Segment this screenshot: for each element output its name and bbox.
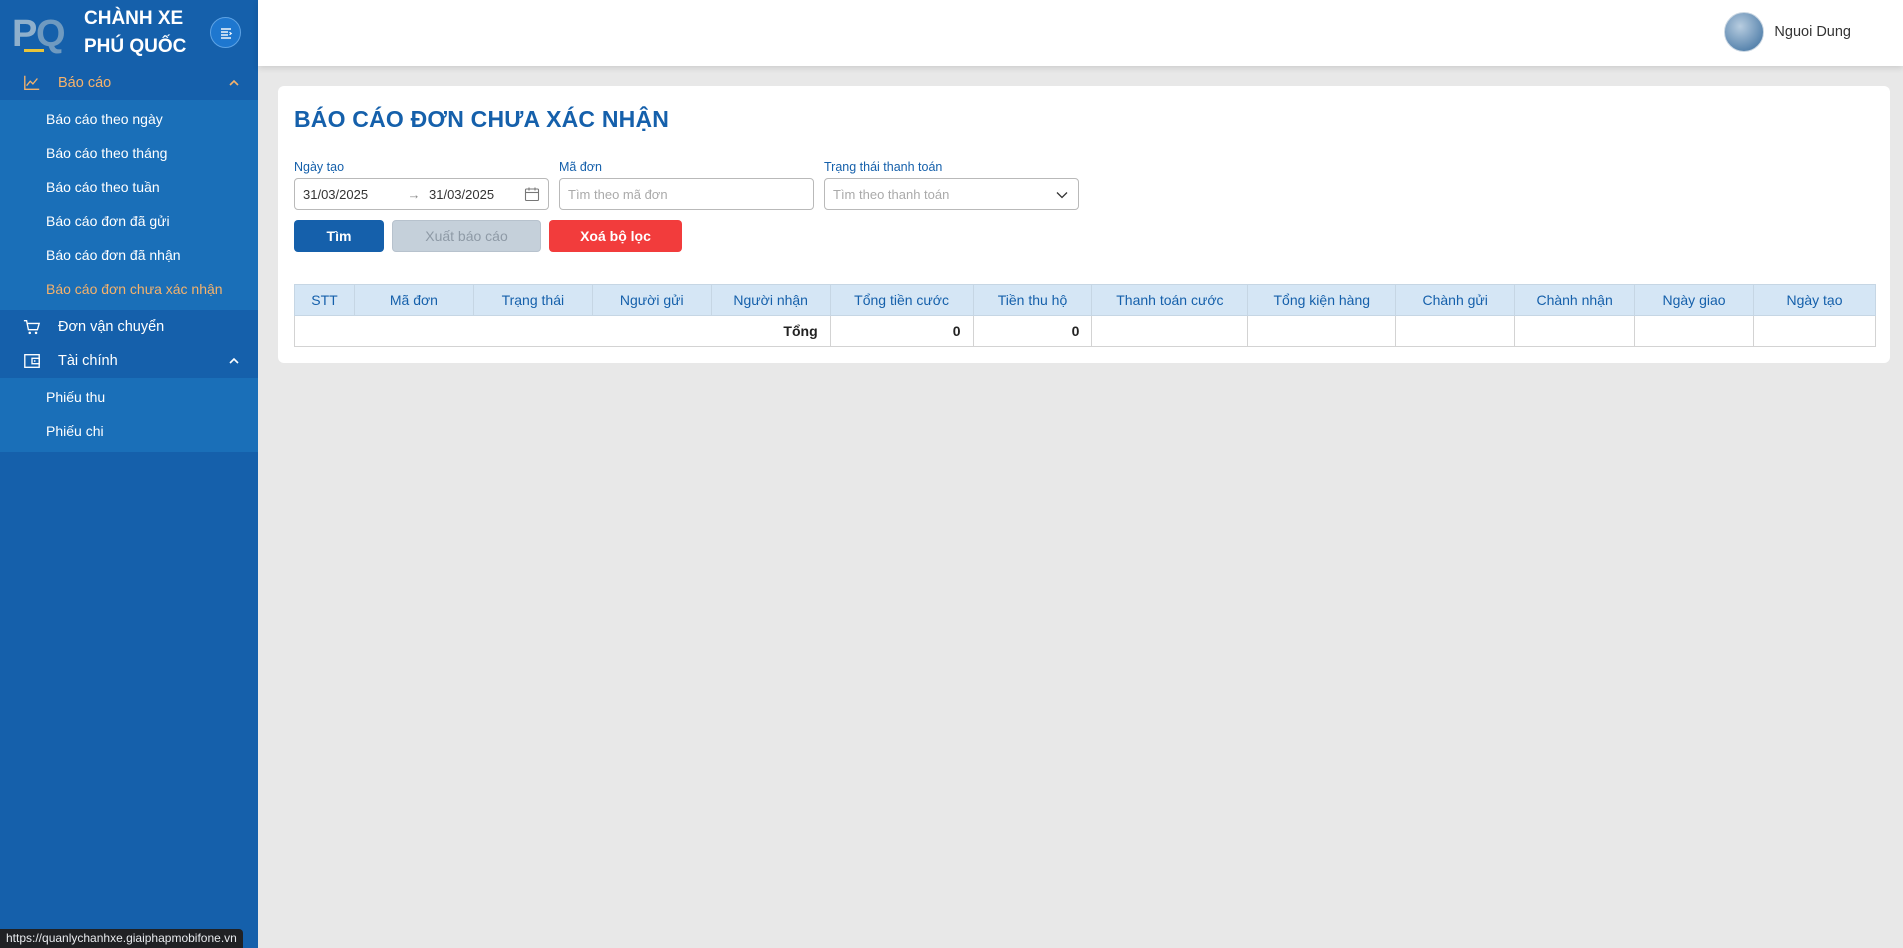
date-filter-label: Ngày tạo [294, 160, 345, 174]
col-header[interactable]: Người gửi [591, 284, 712, 316]
report-card: BÁO CÁO ĐƠN CHƯA XÁC NHẬN Ngày tạo Mã đơ… [278, 86, 1890, 363]
sidebar-group-finance: Tài chính Phiếu thu Phiếu chi [0, 344, 258, 452]
menu-lines-icon [220, 27, 232, 39]
order-code-placeholder: Tìm theo mã đơn [568, 186, 668, 202]
sidebar-group-reports-header[interactable]: Báo cáo [0, 66, 258, 100]
wallet-icon [22, 351, 42, 371]
col-header[interactable]: Tổng tiền cước [829, 284, 974, 316]
table-total-row: Tổng 0 0 [294, 315, 1877, 347]
report-table: STT Mã đơn Trạng thái Người gửi Người nh… [294, 284, 1877, 347]
date-range-picker[interactable]: 31/03/2025 → 31/03/2025 [294, 178, 549, 210]
code-filter-label: Mã đơn [559, 160, 602, 174]
chevron-down-icon [1056, 192, 1068, 199]
brand-name: CHÀNH XE PHÚ QUỐC [84, 8, 187, 57]
brand-logo[interactable]: P Q [12, 9, 68, 57]
sidebar-group-reports: Báo cáo Báo cáo theo ngày Báo cáo theo t… [0, 66, 258, 310]
sidebar-item-receipts[interactable]: Phiếu thu [0, 380, 258, 414]
order-code-input[interactable]: Tìm theo mã đơn [559, 178, 814, 210]
clear-filter-button[interactable]: Xoá bộ lọc [549, 220, 682, 252]
sidebar: P Q CHÀNH XE PHÚ QUỐC Báo cáo Báo cáo th… [0, 0, 258, 948]
user-name: Nguoi Dung [1774, 24, 1851, 40]
col-header[interactable]: Trạng thái [472, 284, 593, 316]
arrow-right-icon: → [407, 186, 421, 202]
sidebar-item-shipments[interactable]: Đơn vận chuyển [0, 310, 258, 344]
sidebar-item-weekly-report[interactable]: Báo cáo theo tuần [0, 170, 258, 204]
table-header-row: STT Mã đơn Trạng thái Người gửi Người nh… [294, 284, 1877, 316]
table-cell [1752, 315, 1877, 347]
chevron-up-icon [229, 79, 239, 86]
table-cell [1395, 315, 1516, 347]
sidebar-item-sent-report[interactable]: Báo cáo đơn đã gửi [0, 204, 258, 238]
sidebar-group-finance-header[interactable]: Tài chính [0, 344, 258, 378]
sidebar-item-monthly-report[interactable]: Báo cáo theo tháng [0, 136, 258, 170]
status-bar-url: https://quanlychanhxe.giaiphapmobifone.v… [0, 929, 243, 948]
table-cell [1091, 315, 1249, 347]
sidebar-item-unconfirmed-report[interactable]: Báo cáo đơn chưa xác nhận [0, 272, 258, 306]
total-label: Tổng [294, 315, 831, 347]
table-cell [1514, 315, 1636, 347]
top-header: Nguoi Dung [258, 0, 1903, 66]
col-header[interactable]: STT [294, 284, 355, 316]
avatar [1724, 12, 1765, 52]
total-cod: 0 [972, 315, 1093, 347]
search-button[interactable]: Tìm [294, 220, 384, 252]
chart-line-icon [22, 73, 42, 93]
table-cell [1634, 315, 1754, 347]
sidebar-item-daily-report[interactable]: Báo cáo theo ngày [0, 102, 258, 136]
user-menu[interactable]: Nguoi Dung [1724, 12, 1851, 52]
sidebar-submenu-reports: Báo cáo theo ngày Báo cáo theo tháng Báo… [0, 100, 258, 310]
sidebar-item-payments[interactable]: Phiếu chi [0, 414, 258, 448]
col-header[interactable]: Chành nhận [1514, 284, 1636, 316]
payment-filter-label: Trạng thái thanh toán [824, 160, 943, 174]
date-to-input[interactable]: 31/03/2025 [429, 187, 525, 202]
col-header[interactable]: Ngày giao [1634, 284, 1754, 316]
sidebar-submenu-finance: Phiếu thu Phiếu chi [0, 378, 258, 452]
col-header[interactable]: Mã đơn [353, 284, 474, 316]
col-header[interactable]: Chành gửi [1395, 284, 1516, 316]
chevron-up-icon [229, 357, 239, 364]
col-header[interactable]: Tiền thu hộ [972, 284, 1093, 316]
table-cell [1247, 315, 1397, 347]
cart-icon [22, 317, 42, 337]
payment-status-placeholder: Tìm theo thanh toán [833, 186, 950, 202]
total-freight: 0 [829, 315, 974, 347]
date-from-input[interactable]: 31/03/2025 [303, 187, 399, 202]
col-header[interactable]: Ngày tạo [1752, 284, 1877, 316]
col-header[interactable]: Thanh toán cước [1091, 284, 1249, 316]
brand: P Q CHÀNH XE PHÚ QUỐC [0, 0, 258, 66]
col-header[interactable]: Tổng kiện hàng [1247, 284, 1397, 316]
sidebar-item-received-report[interactable]: Báo cáo đơn đã nhận [0, 238, 258, 272]
sidebar-group-shipments: Đơn vận chuyển [0, 310, 258, 344]
payment-status-select[interactable]: Tìm theo thanh toán [824, 178, 1079, 210]
col-header[interactable]: Người nhận [710, 284, 831, 316]
menu-toggle-button[interactable] [210, 17, 241, 48]
page-title: BÁO CÁO ĐƠN CHƯA XÁC NHẬN [294, 106, 670, 132]
export-report-button[interactable]: Xuất báo cáo [392, 220, 541, 252]
calendar-icon[interactable] [524, 186, 540, 202]
